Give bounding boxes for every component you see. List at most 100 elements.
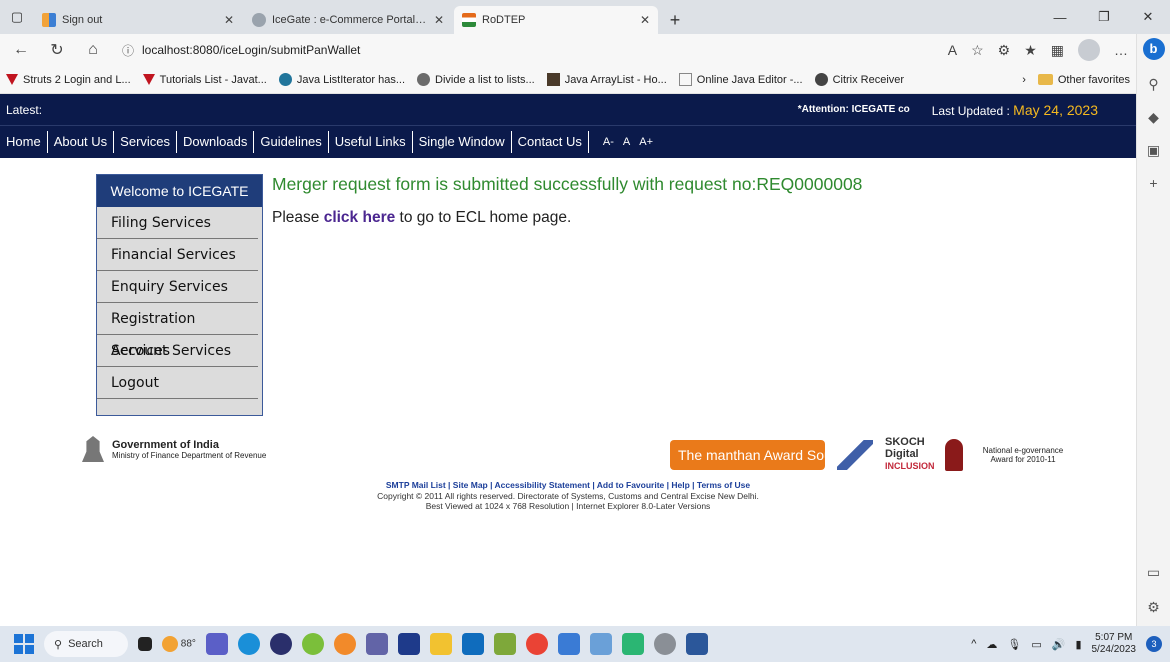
minimize-icon[interactable]: —: [1038, 10, 1082, 25]
read-aloud-icon[interactable]: A: [948, 42, 957, 58]
display-icon[interactable]: ▭: [1031, 638, 1041, 651]
profile-avatar[interactable]: [1078, 39, 1100, 61]
app-icon[interactable]: [301, 633, 324, 655]
settings-icon[interactable]: [653, 633, 676, 655]
app-icon[interactable]: [397, 633, 420, 655]
refresh-icon[interactable]: ↻: [44, 40, 70, 60]
onedrive-icon[interactable]: ☁: [986, 638, 997, 651]
teams-chat-icon[interactable]: [205, 633, 228, 655]
search-icon[interactable]: ⚲: [1148, 76, 1158, 93]
battery-icon[interactable]: ▮: [1075, 638, 1081, 651]
menu-guidelines[interactable]: Guidelines: [254, 131, 329, 153]
new-tab-button[interactable]: +: [660, 6, 690, 34]
favorite-item[interactable]: Citrix Receiver: [814, 73, 904, 86]
sidebar-item-enquiry-services[interactable]: Enquiry Services: [97, 271, 258, 303]
tab-actions-icon[interactable]: ▢: [0, 0, 34, 34]
sidebar-item-registration-services[interactable]: Registration Services: [97, 303, 258, 359]
chevron-up-icon[interactable]: ^: [971, 638, 976, 650]
menu-useful-links[interactable]: Useful Links: [329, 131, 413, 153]
extensions-icon[interactable]: ⚙: [998, 42, 1011, 59]
taskbar-search[interactable]: ⚲ Search: [44, 631, 128, 657]
outlook-icon[interactable]: [461, 633, 484, 655]
success-message: Merger request form is submitted success…: [272, 174, 863, 194]
favorite-item[interactable]: Struts 2 Login and L...: [6, 74, 131, 86]
copyright-text: Copyright © 2011 All rights reserved. Di…: [377, 490, 759, 501]
app-icon[interactable]: [589, 633, 612, 655]
windows-start-icon[interactable]: [14, 634, 34, 654]
edge-icon[interactable]: [237, 633, 260, 655]
menu-about-us[interactable]: About Us: [48, 131, 115, 153]
favorite-item[interactable]: Tutorials List - Javat...: [142, 73, 267, 86]
site-icon: [417, 73, 431, 86]
app-icon[interactable]: [557, 633, 580, 655]
microphone-icon[interactable]: 🎙: [1007, 638, 1021, 651]
more-options-icon[interactable]: …: [1114, 42, 1128, 58]
skoch-award-logo: SKOCH Digital INCLUSION: [885, 436, 935, 474]
menu-home[interactable]: Home: [0, 131, 48, 153]
bing-icon[interactable]: b: [1142, 38, 1165, 60]
menu-downloads[interactable]: Downloads: [177, 131, 255, 153]
favorite-item[interactable]: Java ListIterator has...: [278, 73, 405, 86]
other-favorites[interactable]: Other favorites: [1037, 74, 1130, 86]
tab-rodtep[interactable]: RoDTEP ✕: [454, 6, 658, 34]
search-icon: ⚲: [54, 638, 63, 651]
collections-icon[interactable]: ▦: [1051, 42, 1064, 59]
word-icon[interactable]: [685, 633, 708, 655]
home-icon[interactable]: ⌂: [80, 41, 106, 59]
notification-badge[interactable]: 3: [1146, 636, 1162, 652]
favorite-item[interactable]: Divide a list to lists...: [417, 73, 535, 86]
chevron-right-icon[interactable]: ›: [1022, 74, 1026, 86]
menu-services[interactable]: Services: [114, 131, 178, 153]
tab-sign-out[interactable]: Sign out ✕: [34, 6, 242, 34]
font-increase-button[interactable]: A+: [639, 136, 653, 148]
tab-icegate[interactable]: IceGate : e-Commerce Portal of Ce ✕: [244, 6, 452, 34]
weather-widget[interactable]: 88°: [162, 636, 196, 652]
teams-icon[interactable]: [365, 633, 388, 655]
sidebar-toggle-icon[interactable]: ▭: [1147, 564, 1160, 581]
app-icon[interactable]: [493, 633, 516, 655]
sidebar-item-financial-services[interactable]: Financial Services: [97, 239, 258, 271]
favorite-item[interactable]: Online Java Editor -...: [678, 73, 803, 86]
back-icon[interactable]: ←: [8, 41, 34, 59]
gov-subtitle: Ministry of Finance Department of Revenu…: [112, 450, 267, 460]
app-icon[interactable]: [621, 633, 644, 655]
close-tab-icon[interactable]: ✕: [434, 13, 444, 27]
favorites-icon[interactable]: ★: [1024, 42, 1037, 59]
font-reset-button[interactable]: A: [623, 136, 630, 148]
app-icon[interactable]: [333, 633, 356, 655]
favorite-item[interactable]: Java ArrayList - Ho...: [546, 73, 667, 86]
clock[interactable]: 5:07 PM 5/24/2023: [1092, 632, 1137, 656]
sidebar-item-account-services[interactable]: Account Services: [97, 335, 258, 367]
clock-time: 5:07 PM: [1095, 632, 1133, 643]
edge-sidebar-bottom: ▭ ⚙: [1147, 564, 1160, 616]
footer-links[interactable]: SMTP Mail List | Site Map | Accessibilit…: [0, 480, 1136, 491]
click-here-link[interactable]: click here: [324, 209, 396, 226]
sidebar-item-logout[interactable]: Logout: [97, 367, 258, 399]
task-view-icon[interactable]: [138, 637, 152, 651]
gov-title: Government of India: [112, 438, 219, 451]
favorite-label: Tutorials List - Javat...: [159, 73, 267, 86]
browser-tab-bar: ▢ Sign out ✕ IceGate : e-Commerce Portal…: [0, 0, 1170, 34]
site-info-icon[interactable]: ⓘ: [122, 42, 134, 59]
menu-single-window[interactable]: Single Window: [413, 131, 512, 153]
close-window-icon[interactable]: ✕: [1126, 9, 1170, 25]
file-explorer-icon[interactable]: [429, 633, 452, 655]
add-favorite-icon[interactable]: ☆: [971, 42, 984, 59]
outlook-icon[interactable]: ▣: [1147, 142, 1160, 159]
government-text: Government of India Ministry of Finance …: [112, 439, 266, 460]
settings-icon[interactable]: ⚙: [1147, 599, 1160, 616]
add-icon[interactable]: +: [1149, 175, 1157, 191]
close-tab-icon[interactable]: ✕: [640, 13, 650, 27]
close-tab-icon[interactable]: ✕: [224, 13, 234, 27]
shopping-icon[interactable]: ◆: [1148, 109, 1159, 126]
government-logo: Government of India Ministry of Finance …: [82, 436, 266, 462]
url-field[interactable]: ⓘ localhost:8080/iceLogin/submitPanWalle…: [116, 37, 938, 63]
menu-contact-us[interactable]: Contact Us: [512, 131, 589, 153]
restore-icon[interactable]: ❐: [1082, 9, 1126, 25]
edge-sidebar: b ⚲ ◆ ▣ + ▭ ⚙: [1136, 34, 1170, 626]
app-icon[interactable]: [269, 633, 292, 655]
volume-icon[interactable]: 🔊: [1052, 638, 1066, 651]
sidebar-item-filing-services[interactable]: Filing Services: [97, 207, 258, 239]
font-decrease-button[interactable]: A-: [603, 136, 614, 148]
chrome-icon[interactable]: [525, 633, 548, 655]
